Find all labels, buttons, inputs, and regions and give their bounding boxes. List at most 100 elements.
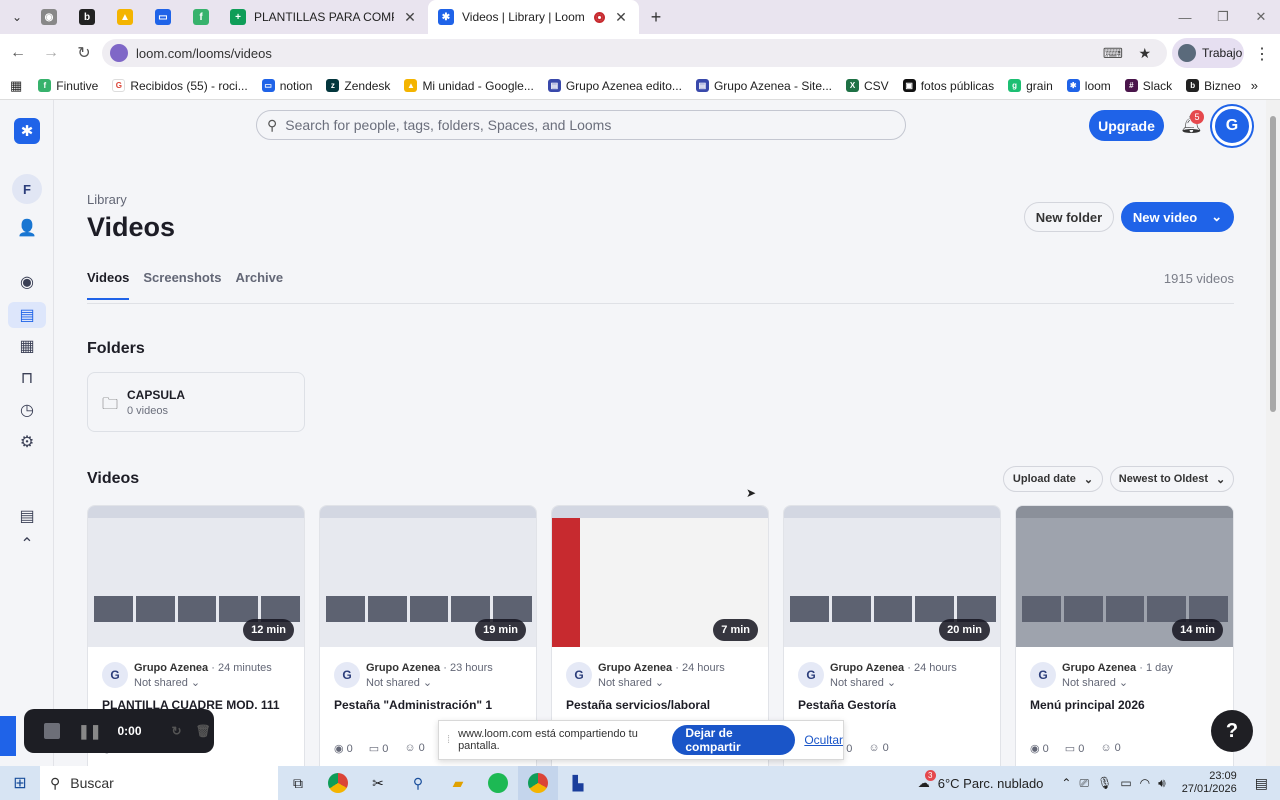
microphone-icon[interactable]: 🎙︎ (1097, 776, 1112, 790)
video-title[interactable]: Menú principal 2026 (1030, 698, 1230, 712)
pinned-tab[interactable]: ◉ (30, 0, 68, 34)
video-title[interactable]: Pestaña "Administración" 1 (334, 698, 534, 712)
bookmark-item[interactable]: # Slack (1124, 79, 1172, 93)
tab-loom-videos[interactable]: ✱ Videos | Library | Loom ✕ (428, 0, 639, 34)
spotify-icon[interactable] (478, 766, 518, 800)
bookmark-item[interactable]: b Bizneo (1186, 79, 1241, 93)
sort-order-dropdown[interactable]: Newest to Oldest ⌄ (1110, 466, 1234, 492)
profile-icon[interactable]: ◉ (15, 270, 39, 294)
share-status-dropdown[interactable]: Not shared ⌄ (366, 676, 432, 689)
snipping-tool-icon[interactable]: ✂ (358, 766, 398, 800)
bookmark-icon[interactable]: ⊓ (15, 366, 39, 390)
share-status-dropdown[interactable]: Not shared ⌄ (1062, 676, 1128, 689)
file-explorer-icon[interactable]: ▰ (438, 766, 478, 800)
library-icon[interactable]: ▤ (8, 302, 46, 328)
expand-icon[interactable]: ⌃ (15, 532, 39, 556)
meet-now-icon[interactable]: ⎚ (1079, 776, 1089, 791)
apps-grid-icon[interactable]: ▦ (10, 78, 22, 94)
user-avatar[interactable]: G (1212, 106, 1252, 146)
bookmark-star-icon[interactable]: ★ (1138, 45, 1151, 62)
pinned-tab[interactable]: b (68, 0, 106, 34)
delete-trash-icon[interactable]: 🗑︎ (196, 724, 211, 738)
tab-archive[interactable]: Archive (235, 270, 283, 300)
more-bookmarks-icon[interactable]: » (1251, 78, 1258, 93)
bookmark-item[interactable]: X CSV (846, 79, 889, 93)
bookmark-item[interactable]: ▤ Grupo Azenea edito... (547, 79, 682, 93)
scrollbar-thumb[interactable] (1270, 116, 1276, 412)
bookmark-item[interactable]: ▭ notion (261, 79, 312, 93)
share-status-dropdown[interactable]: Not shared ⌄ (134, 676, 200, 689)
sort-field-dropdown[interactable]: Upload date ⌄ (1003, 466, 1103, 492)
breadcrumb[interactable]: Library (87, 192, 127, 207)
bookmark-item[interactable]: z Zendesk (326, 79, 390, 93)
url-field[interactable]: loom.com/looms/videos ⌨ ★ (102, 39, 1167, 67)
video-title[interactable]: Pestaña servicios/laboral (566, 698, 766, 712)
calendar-icon[interactable]: ▦ (15, 334, 39, 358)
workspace-switcher[interactable]: F (12, 174, 42, 204)
upgrade-button[interactable]: Upgrade (1089, 110, 1164, 141)
chrome-taskbar-icon[interactable] (318, 766, 358, 800)
pinned-tab[interactable]: ▭ (144, 0, 182, 34)
pinned-tab[interactable]: ▲ (106, 0, 144, 34)
reload-icon[interactable]: ↻ (69, 38, 99, 68)
restart-icon[interactable]: ↻ (172, 724, 182, 738)
translate-icon[interactable]: ⌨ (1103, 45, 1123, 62)
task-view-icon[interactable]: ⧉ (278, 766, 318, 800)
drag-handle-icon[interactable]: ⁞ (447, 734, 450, 746)
close-tab-icon[interactable]: ✕ (402, 9, 418, 26)
tab-plantillas[interactable]: + PLANTILLAS PARA COMPROBA ✕ (220, 0, 428, 34)
back-icon[interactable]: ← (3, 38, 33, 68)
folder-card[interactable]: 🗀 CAPSULA 0 videos (87, 372, 305, 432)
pause-icon[interactable]: ❚❚ (78, 723, 101, 740)
share-status-dropdown[interactable]: Not shared ⌄ (598, 676, 664, 689)
minimize-icon[interactable]: — (1166, 0, 1204, 34)
invite-people-icon[interactable]: 👤 (15, 216, 39, 240)
bookmark-item[interactable]: ✱ loom (1066, 79, 1111, 93)
profile-button[interactable]: Trabajo (1172, 38, 1244, 68)
new-tab-button[interactable]: + (643, 4, 669, 30)
bookmark-item[interactable]: f Finutive (38, 79, 98, 93)
pinned-tab[interactable]: f (182, 0, 220, 34)
maximize-icon[interactable]: ❐ (1204, 0, 1242, 34)
wifi-icon[interactable]: ◠ (1140, 776, 1150, 790)
forward-icon[interactable]: → (36, 38, 66, 68)
stop-recording-button[interactable] (44, 723, 60, 739)
bookmark-item[interactable]: g grain (1008, 79, 1053, 93)
clock[interactable]: 23:09 27/01/2026 (1182, 770, 1237, 796)
close-tab-icon[interactable]: ✕ (613, 9, 629, 26)
tab-videos[interactable]: Videos (87, 270, 130, 300)
loom-logo-icon[interactable]: ✱ (14, 118, 40, 144)
share-status-dropdown[interactable]: Not shared ⌄ (830, 676, 896, 689)
notes-icon[interactable]: ▤ (15, 504, 39, 528)
new-folder-button[interactable]: New folder (1024, 202, 1114, 232)
taskbar-search[interactable]: ⚲ Buscar (40, 766, 278, 800)
help-button[interactable]: ? (1211, 710, 1253, 752)
site-info-icon[interactable] (110, 44, 128, 62)
search-app-icon[interactable]: ⚲ (398, 766, 438, 800)
tab-screenshots[interactable]: Screenshots (143, 270, 221, 300)
bookmark-item[interactable]: ▤ Grupo Azenea - Site... (695, 79, 832, 93)
windows-start-icon[interactable]: ⊞ (0, 773, 40, 793)
tab-search-chevron-icon[interactable]: ⌄ (4, 4, 30, 30)
clock-icon[interactable]: ◷ (15, 398, 39, 422)
tray-chevron-icon[interactable]: ⌃ (1061, 776, 1071, 790)
search-input[interactable]: ⚲ Search for people, tags, folders, Spac… (256, 110, 906, 140)
bookmark-item[interactable]: ▣ fotos públicas (902, 79, 994, 93)
bookmark-item[interactable]: ▲ Mi unidad - Google... (404, 79, 534, 93)
bookmark-item[interactable]: G Recibidos (55) - roci... (112, 79, 248, 93)
volume-icon[interactable]: 🔊︎ (1158, 776, 1166, 791)
remote-desktop-icon[interactable]: ▙ (558, 766, 598, 800)
weather-text[interactable]: 6°C Parc. nublado (938, 776, 1044, 791)
settings-gear-icon[interactable]: ⚙ (15, 430, 39, 454)
new-video-button[interactable]: New video ⌄ (1121, 202, 1234, 232)
battery-icon[interactable]: ▭ (1120, 776, 1131, 790)
hide-link[interactable]: Ocultar (804, 733, 843, 747)
video-title[interactable]: Pestaña Gestoría (798, 698, 998, 712)
chrome-profile-icon[interactable] (518, 766, 558, 800)
video-card[interactable]: 14 min G Grupo Azenea · 1 day Not shared… (1015, 505, 1234, 766)
stop-sharing-button[interactable]: Dejar de compartir (672, 725, 796, 755)
close-window-icon[interactable]: ✕ (1242, 0, 1280, 34)
notifications-center-icon[interactable]: ▤ (1255, 775, 1268, 792)
weather-icon[interactable]: ☁ 3 (918, 770, 936, 790)
browser-menu-icon[interactable]: ⋮ (1254, 44, 1270, 64)
